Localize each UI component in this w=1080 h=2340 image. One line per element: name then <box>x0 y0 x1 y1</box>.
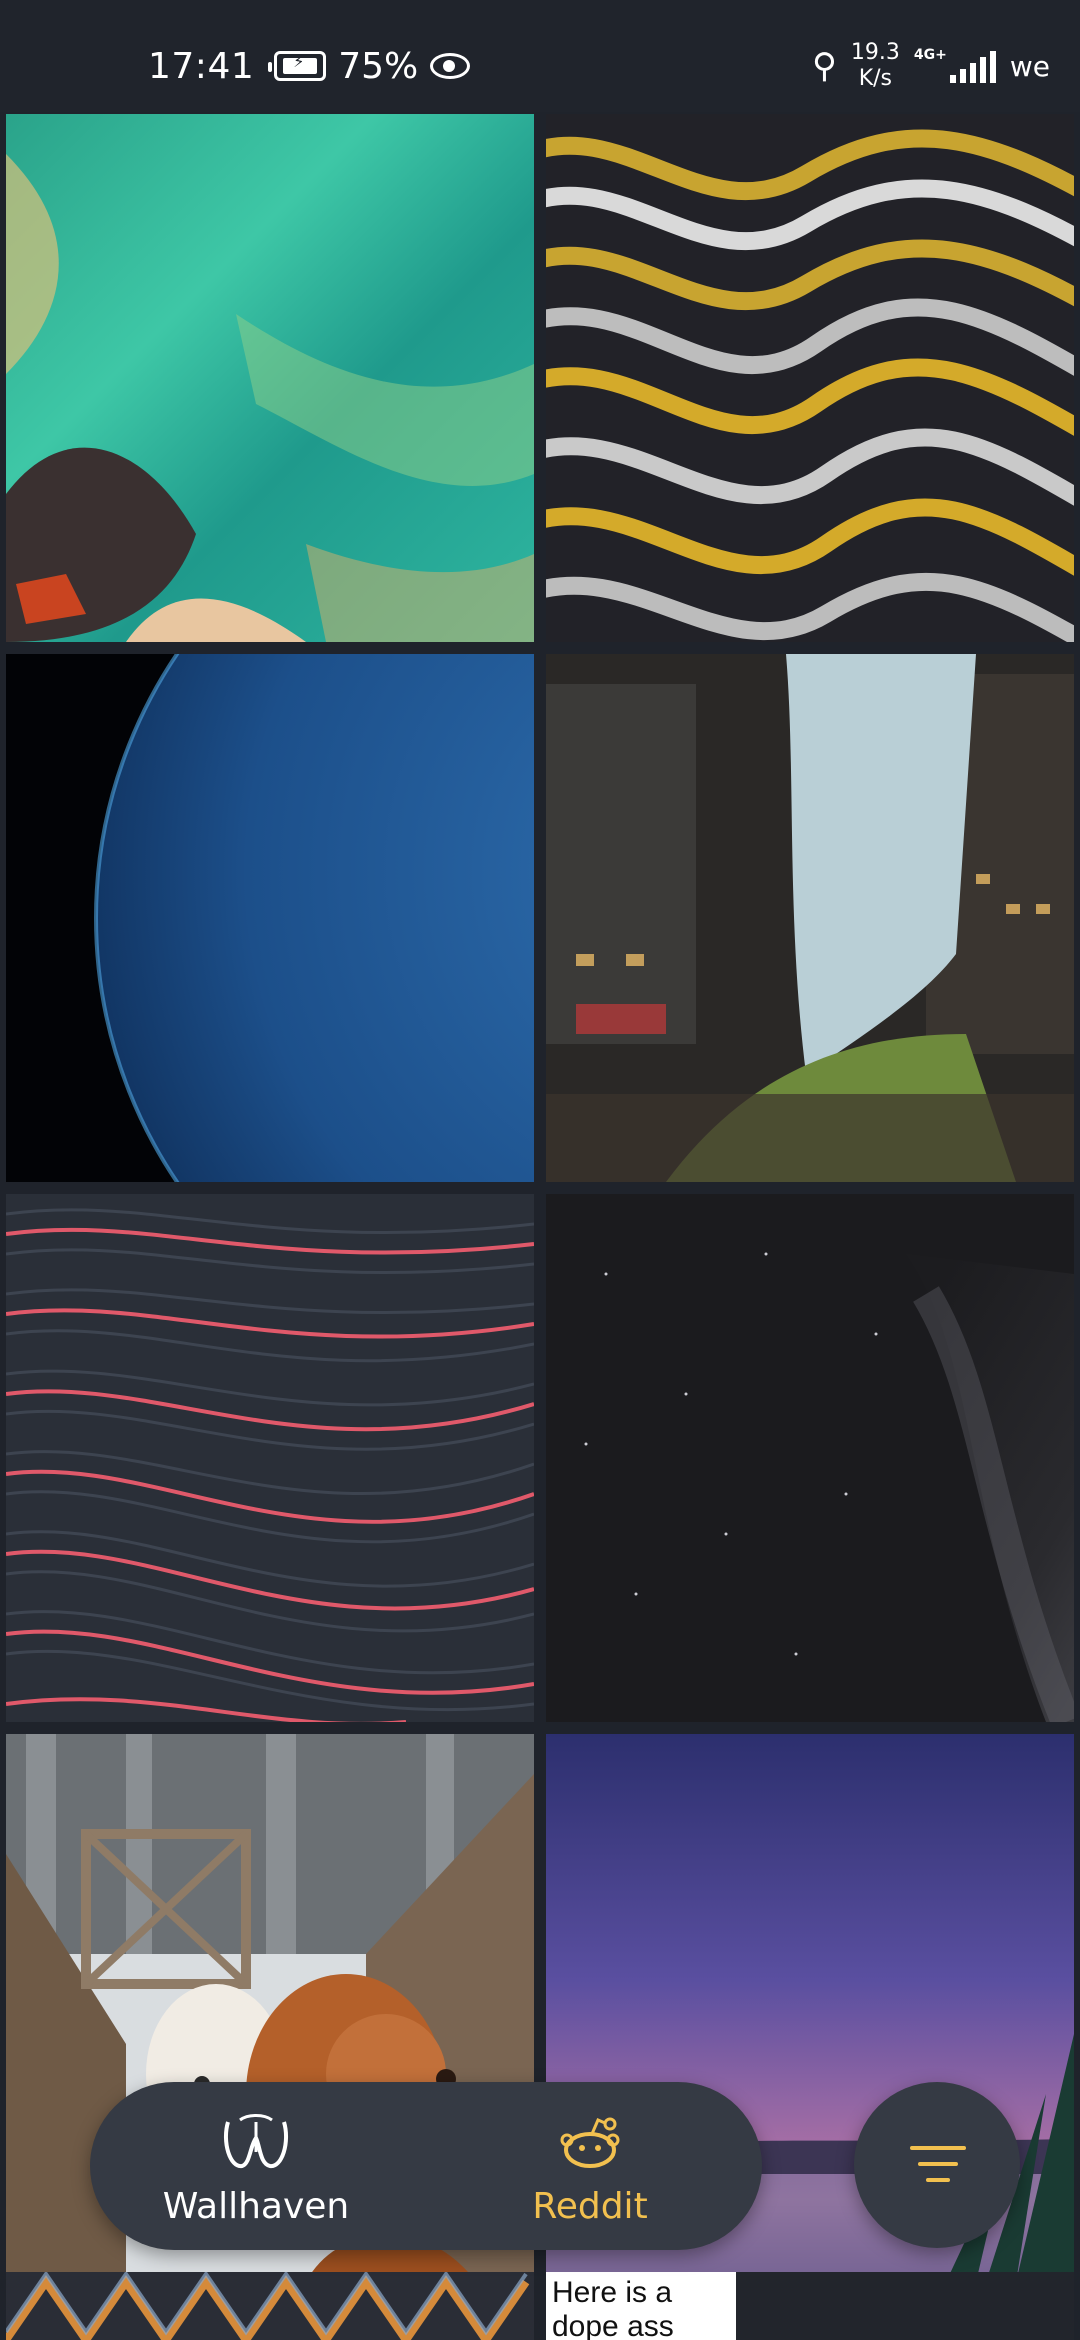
status-right: ⚲ 19.3 K/s 4G+ we <box>812 36 1050 96</box>
filter-lines-icon <box>910 2146 966 2186</box>
clock: 17:41 <box>148 45 255 87</box>
nav-wallhaven-label: Wallhaven <box>162 2186 350 2227</box>
tile-text-post[interactable]: Here is a dope ass picture of <box>546 2272 1074 2340</box>
eye-icon <box>430 53 471 79</box>
nav-reddit[interactable]: Reddit <box>470 2112 710 2232</box>
tile-orange-pattern[interactable] <box>6 2272 534 2340</box>
status-bar: 17:41 75% ⚲ 19.3 K/s 4G+ we <box>0 0 1080 112</box>
network-type: 4G+ <box>913 47 947 63</box>
battery-percent: 75% <box>338 45 419 87</box>
text-post-caption: Here is a dope ass picture of <box>546 2272 736 2340</box>
reddit-alien-icon <box>560 2117 620 2168</box>
net-speed-unit: K/s <box>858 66 893 91</box>
battery-icon <box>268 51 327 81</box>
tile-yellow-waves[interactable] <box>546 114 1074 642</box>
source-switcher: Wallhaven Reddit <box>90 2082 762 2250</box>
tile-blue-planet[interactable] <box>6 654 534 1182</box>
nav-wallhaven[interactable]: Wallhaven <box>136 2112 376 2232</box>
status-left: 17:41 75% <box>148 40 471 92</box>
net-speed-value: 19.3 <box>850 40 900 65</box>
net-speed: 19.3 K/s <box>851 40 900 92</box>
tile-city-forest[interactable] <box>546 654 1074 1182</box>
nav-reddit-label: Reddit <box>532 2186 648 2227</box>
usb-icon: ⚲ <box>811 46 837 86</box>
filter-button[interactable] <box>854 2082 1020 2248</box>
tile-milky-way[interactable] <box>546 1194 1074 1722</box>
wallhaven-w-icon <box>223 2114 289 2168</box>
signal-icon: 4G+ <box>913 47 996 83</box>
tile-turquoise-coast[interactable] <box>6 114 534 642</box>
tile-pink-lines[interactable] <box>6 1194 534 1722</box>
carrier-name: we <box>1009 49 1050 83</box>
